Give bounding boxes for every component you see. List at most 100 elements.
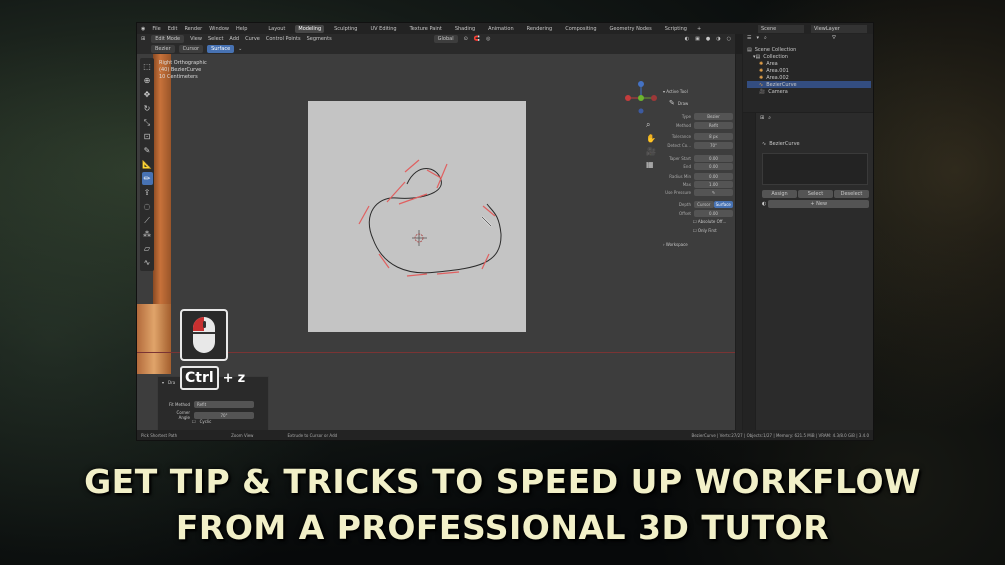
light-icon: ✺ <box>759 60 764 67</box>
tab-texture-paint[interactable]: Texture Paint <box>407 25 445 33</box>
transform-orientation[interactable]: Global <box>433 35 458 43</box>
taper-start-field[interactable]: 0.00 <box>694 155 733 162</box>
properties-header: ⊞ ⌕ <box>760 115 771 121</box>
view-layer-selector[interactable]: ViewLayer <box>811 24 867 33</box>
select-button[interactable]: Select <box>798 190 833 198</box>
depth-surface-option[interactable]: Surface <box>713 201 733 208</box>
outliner-item-area-001[interactable]: ✺ Area.001 <box>747 67 871 74</box>
tab-geometry-nodes[interactable]: Geometry Nodes <box>607 25 655 33</box>
tab-animation[interactable]: Animation <box>485 25 517 33</box>
tab-shading[interactable]: Shading <box>452 25 478 33</box>
depth-cursor-button[interactable]: Cursor <box>178 45 204 53</box>
tab-scripting[interactable]: Scripting <box>662 25 690 33</box>
outliner-item-beziercurve[interactable]: ∿ BezierCurve <box>747 81 871 88</box>
properties-object-row: ∿ BezierCurve <box>762 141 800 147</box>
outliner-item-area-002[interactable]: ✺ Area.002 <box>747 74 871 81</box>
absolute-offset-checkbox[interactable]: ☐ Absolute Off... <box>693 219 726 224</box>
properties-editor: ⊞ ⌕ ∿ BezierCurve Assign Select Deselect… <box>756 113 873 430</box>
properties-tabs[interactable] <box>743 113 755 430</box>
ctrl-key: Ctrl <box>180 366 219 390</box>
sidebar-n-panel: ▾ Active Tool ✎ Draw Type Bezier Method Re… <box>659 87 735 247</box>
menu-select[interactable]: Select <box>208 36 223 42</box>
pan-hand-icon[interactable]: ✋ <box>646 134 656 143</box>
menu-help[interactable]: Help <box>236 26 247 32</box>
deselect-button[interactable]: Deselect <box>834 190 869 198</box>
pivot-icon[interactable]: ⊙ <box>464 36 468 42</box>
menu-render[interactable]: Render <box>184 26 202 32</box>
top-menu-bar: ◉ File Edit Render Window Help Layout Mo… <box>137 23 873 34</box>
plus-sign: + <box>222 370 234 386</box>
menu-control-points[interactable]: Control Points <box>266 36 301 42</box>
blender-logo-icon[interactable]: ◉ <box>141 26 145 32</box>
add-workspace-icon[interactable]: + <box>697 26 701 32</box>
snap-icon[interactable]: 🧲 <box>474 36 480 42</box>
tab-compositing[interactable]: Compositing <box>562 25 599 33</box>
fit-method-dropdown[interactable]: Refit <box>194 401 254 408</box>
draw-brush-icon: ✎ <box>669 99 675 107</box>
menu-curve[interactable]: Curve <box>245 36 260 42</box>
cyclic-checkbox[interactable]: ☐ Cyclic <box>192 419 211 424</box>
overlays-icon[interactable]: ◐ <box>685 36 689 42</box>
redo-title[interactable]: ▾ Dra <box>162 380 175 385</box>
zoom-icon[interactable]: ⌕ <box>646 120 656 130</box>
type-dropdown[interactable]: Bezier <box>694 113 733 120</box>
display-mode-icon[interactable]: ▾ <box>756 35 759 41</box>
material-slot-list[interactable] <box>762 153 868 185</box>
detect-corners-field[interactable]: 70° <box>694 142 733 149</box>
shading-render-icon[interactable]: ○ <box>727 36 731 42</box>
method-dropdown[interactable]: Refit <box>694 122 733 129</box>
menu-view[interactable]: View <box>190 36 202 42</box>
n-panel-tabs[interactable] <box>736 54 742 430</box>
menu-file[interactable]: File <box>152 26 160 32</box>
outliner-item-collection[interactable]: ▾▤ Collection <box>747 53 871 60</box>
camera-view-icon[interactable]: 🎥 <box>646 147 656 156</box>
outliner: ☰ ▾ ⌕ ⛛ ▤ Scene Collection ▾▤ Collection ✺… <box>743 34 873 112</box>
mode-selector[interactable]: Edit Mode <box>151 35 185 43</box>
shading-solid-icon[interactable]: ● <box>706 36 710 42</box>
tab-sculpting[interactable]: Sculpting <box>331 25 360 33</box>
offset-field[interactable]: 0.00 <box>694 210 733 217</box>
shading-material-icon[interactable]: ◑ <box>716 36 720 42</box>
depth-cursor-option[interactable]: Cursor <box>694 201 714 208</box>
proportional-icon[interactable]: ◎ <box>486 36 490 42</box>
outliner-search-icon[interactable]: ⌕ <box>764 35 767 41</box>
taper-end-field[interactable]: 0.00 <box>694 163 733 170</box>
menu-edit[interactable]: Edit <box>168 26 178 32</box>
radius-min-field[interactable]: 0.00 <box>694 173 733 180</box>
outliner-type-icon[interactable]: ☰ <box>747 35 751 41</box>
tab-modeling[interactable]: Modeling <box>295 24 325 33</box>
outliner-item-camera[interactable]: 🎥 Camera <box>747 88 871 95</box>
radius-max-field[interactable]: 1.00 <box>694 181 733 188</box>
chevron-down-icon[interactable]: ⌄ <box>238 46 242 52</box>
menu-add[interactable]: Add <box>229 36 239 42</box>
tab-layout[interactable]: Layout <box>265 25 288 33</box>
new-material-button[interactable]: + New <box>768 200 869 208</box>
assign-button[interactable]: Assign <box>762 190 797 198</box>
properties-type-icon[interactable]: ⊞ <box>760 115 764 121</box>
outliner-scene-collection[interactable]: ▤ Scene Collection <box>747 46 871 53</box>
np-row-taper-end: End 0.00 <box>663 163 733 170</box>
active-tool-header[interactable]: ▾ Active Tool <box>663 89 688 94</box>
properties-search-icon[interactable]: ⌕ <box>768 115 771 121</box>
corner-angle-field[interactable]: 70° <box>194 411 254 419</box>
3d-viewport[interactable]: ⬚ ⊕ ✥ ↻ ⤡ ⊡ ✎ 📐 ✏ ⇪ ◌ ⟋ ⁂ ▱ ∿ Right Orth… <box>137 54 735 434</box>
filter-icon[interactable]: ⛛ <box>832 35 836 41</box>
np-row-detect-corners: Detect Co... 70° <box>663 142 733 149</box>
outliner-item-area[interactable]: ✺ Area <box>747 60 871 67</box>
keystroke-overlay: Ctrl + z <box>180 366 245 390</box>
tab-uv-editing[interactable]: UV Editing <box>367 25 399 33</box>
depth-surface-button[interactable]: Surface <box>207 45 235 53</box>
only-first-checkbox[interactable]: ☐ Only First <box>693 228 717 233</box>
use-pressure-toggle[interactable]: ✎ <box>694 189 733 196</box>
menu-segments[interactable]: Segments <box>307 36 332 42</box>
workspace-section-header[interactable]: › Workspace <box>663 242 688 247</box>
tab-rendering[interactable]: Rendering <box>524 25 556 33</box>
tolerance-field[interactable]: 8 px <box>694 133 733 140</box>
xray-icon[interactable]: ▣ <box>695 36 700 42</box>
ortho-grid-icon[interactable]: ▦ <box>646 160 656 169</box>
menu-window[interactable]: Window <box>209 26 229 32</box>
editor-type-icon[interactable]: ⊞ <box>141 36 145 42</box>
navigation-gizmo[interactable] <box>623 80 659 116</box>
curve-type-selector[interactable]: Bezier <box>151 45 175 53</box>
scene-selector[interactable]: Scene <box>758 24 804 33</box>
